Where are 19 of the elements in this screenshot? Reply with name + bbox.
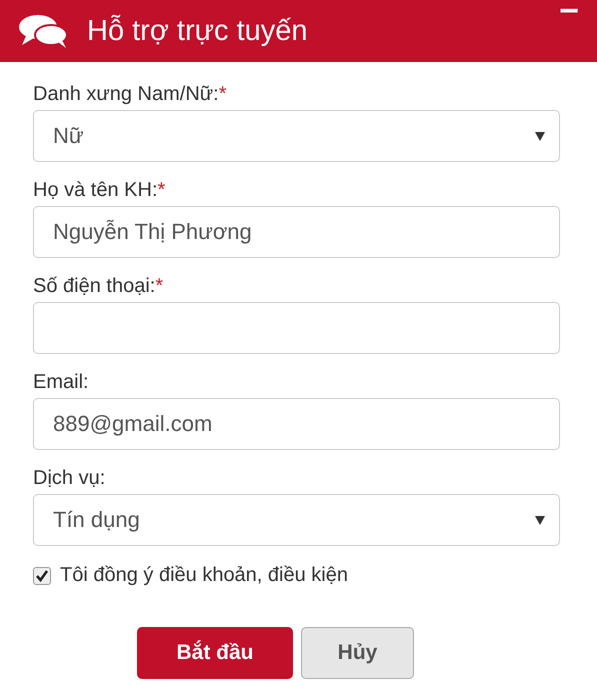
minimize-button[interactable]: −: [559, 0, 579, 28]
start-button[interactable]: Bắt đầu: [137, 627, 293, 679]
dropdown-arrow-icon: [535, 516, 545, 524]
input-field[interactable]: 889@gmail.com: [33, 398, 560, 450]
field-label: Họ và tên KH:*: [33, 178, 166, 202]
cancel-button[interactable]: Hủy: [301, 627, 414, 679]
dropdown[interactable]: Tín dụng: [33, 494, 560, 546]
chat-icon: [18, 14, 68, 48]
dropdown[interactable]: Nữ: [33, 110, 560, 162]
field-label: Danh xưng Nam/Nữ:*: [33, 82, 228, 106]
checkbox[interactable]: [33, 566, 51, 584]
field-label: Số điện thoại:*: [33, 274, 164, 298]
panel-title: Hỗ trợ trực tuyến: [87, 14, 309, 48]
dropdown-arrow-icon: [535, 132, 545, 140]
checkbox-label: Tôi đồng ý điều khoản, điều kiện: [60, 564, 348, 587]
input-field[interactable]: [33, 302, 560, 354]
field-label: Email:: [33, 370, 90, 394]
field-label: Dịch vụ:: [33, 466, 106, 490]
input-field[interactable]: Nguyễn Thị Phương: [33, 206, 560, 258]
